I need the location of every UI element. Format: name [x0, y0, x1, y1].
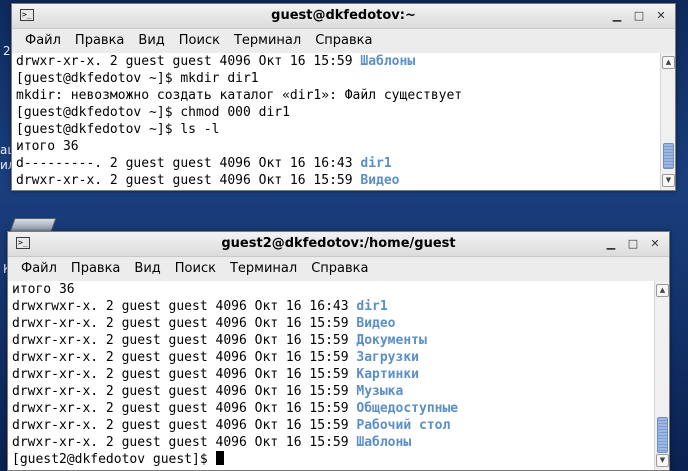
terminal-line: [guest@dkfedotov ~]$ chmod 000 dir1 — [16, 105, 290, 120]
scroll-thumb[interactable] — [663, 143, 674, 169]
terminal-line: drwxr-xr-x. 2 guest guest 4096 Окт 16 15… — [12, 350, 419, 365]
menu-file[interactable]: Файл — [18, 29, 68, 53]
minimize-icon[interactable]: ▁ — [603, 236, 619, 252]
desktop-label-fragment: 2 — [3, 44, 11, 58]
terminal-line: drwxr-xr-x. 2 guest guest 4096 Окт 16 15… — [12, 333, 427, 348]
terminal-line: итого 36 — [12, 282, 75, 297]
terminal-line: drwxr-xr-x. 2 guest guest 4096 Окт 16 15… — [12, 401, 459, 416]
close-icon[interactable]: ✕ — [653, 8, 669, 24]
menu-file[interactable]: Файл — [14, 257, 64, 281]
terminal-line: [guest@dkfedotov ~]$ mkdir dir1 — [16, 71, 259, 86]
titlebar[interactable]: >_ guest2@dkfedotov:/home/guest ▁ □ ✕ — [8, 232, 669, 257]
terminal-line: drwxr-xr-x. 2 guest guest 4096 Окт 16 15… — [12, 384, 404, 399]
menu-edit[interactable]: Правка — [64, 257, 127, 281]
terminal-line: drwxr-xr-x. 2 guest guest 4096 Окт 16 15… — [16, 173, 400, 188]
maximize-icon[interactable]: □ — [625, 236, 641, 252]
menu-terminal[interactable]: Терминал — [223, 257, 304, 281]
menu-view[interactable]: Вид — [127, 257, 167, 281]
menu-search[interactable]: Поиск — [172, 29, 227, 53]
terminal-prompt-line[interactable]: [guest2@dkfedotov guest]$ — [8, 451, 655, 468]
text-cursor — [215, 451, 224, 465]
scroll-up-icon[interactable]: ▲ — [656, 284, 669, 297]
titlebar[interactable]: >_ guest@dkfedotov:~ ▁ □ ✕ — [12, 4, 675, 29]
close-icon[interactable]: ✕ — [647, 236, 663, 252]
terminal-line: drwxr-xr-x. 2 guest guest 4096 Окт 16 15… — [16, 54, 416, 69]
scroll-down-icon[interactable]: ▼ — [662, 174, 675, 187]
terminal-line: drwxr-xr-x. 2 guest guest 4096 Окт 16 15… — [12, 418, 451, 433]
maximize-icon[interactable]: □ — [631, 8, 647, 24]
window-title: guest@dkfedotov:~ — [271, 8, 416, 23]
terminal-output[interactable]: итого 36 drwxrwxr-x. 2 guest guest 4096 … — [8, 281, 655, 470]
scroll-up-icon[interactable]: ▲ — [662, 56, 675, 69]
scrollbar[interactable]: ▲ ▼ — [660, 53, 675, 190]
menu-bar: Файл Правка Вид Поиск Терминал Справка — [12, 29, 675, 54]
terminal-line: drwxr-xr-x. 2 guest guest 4096 Окт 16 15… — [12, 367, 419, 382]
terminal-line: [guest@dkfedotov ~]$ ls -l — [16, 122, 220, 137]
menu-help[interactable]: Справка — [304, 257, 375, 281]
menu-help[interactable]: Справка — [308, 29, 379, 53]
scroll-down-icon[interactable]: ▼ — [656, 454, 669, 467]
terminal-line: drwxr-xr-x. 2 guest guest 4096 Окт 16 15… — [12, 435, 412, 450]
terminal-line: drwxr-xr-x. 2 guest guest 4096 Окт 16 15… — [12, 316, 396, 331]
menu-bar: Файл Правка Вид Поиск Терминал Справка — [8, 257, 669, 282]
menu-view[interactable]: Вид — [131, 29, 171, 53]
terminal-line: итого 36 — [16, 139, 79, 154]
minimize-icon[interactable]: ▁ — [609, 8, 625, 24]
scrollbar[interactable]: ▲ ▼ — [654, 281, 669, 470]
terminal-window-guest[interactable]: >_ guest@dkfedotov:~ ▁ □ ✕ Файл Правка В… — [11, 3, 676, 191]
menu-terminal[interactable]: Терминал — [227, 29, 308, 53]
menu-edit[interactable]: Правка — [68, 29, 131, 53]
terminal-line: mkdir: невозможно создать каталог «dir1»… — [16, 88, 463, 103]
terminal-output[interactable]: drwxr-xr-x. 2 guest guest 4096 Окт 16 15… — [12, 53, 661, 190]
window-title: guest2@dkfedotov:/home/guest — [221, 236, 456, 251]
terminal-window-guest2[interactable]: >_ guest2@dkfedotov:/home/guest ▁ □ ✕ Фа… — [7, 231, 670, 471]
scroll-thumb[interactable] — [657, 417, 668, 453]
menu-search[interactable]: Поиск — [168, 257, 223, 281]
terminal-line: drwxrwxr-x. 2 guest guest 4096 Окт 16 16… — [12, 299, 388, 314]
terminal-line: d---------. 2 guest guest 4096 Окт 16 16… — [16, 156, 392, 171]
desktop-icon[interactable] — [9, 218, 57, 232]
